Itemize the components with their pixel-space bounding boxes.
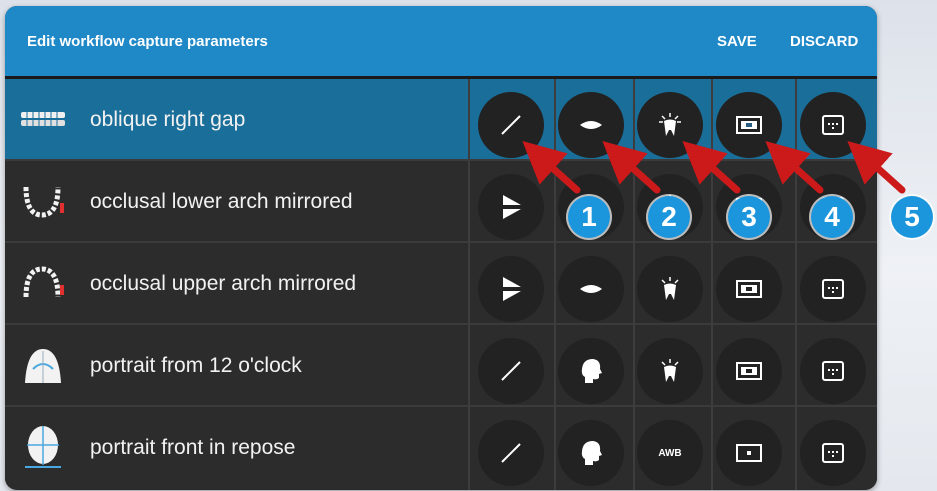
callout-marker-4: 4 — [811, 196, 853, 238]
save-button[interactable]: SAVE — [717, 33, 757, 50]
row-label: portrait front in repose — [90, 436, 296, 459]
column-divider — [711, 79, 713, 490]
callout-marker-5: 5 — [891, 196, 933, 238]
mirror-triangle-icon[interactable] — [478, 174, 544, 240]
flash-frame-icon[interactable] — [716, 256, 782, 322]
discard-button[interactable]: DISCARD — [790, 33, 858, 50]
line-icon[interactable] — [478, 338, 544, 404]
row-label: occlusal upper arch mirrored — [90, 272, 357, 295]
lower-arch-icon — [17, 181, 69, 221]
head-profile-icon[interactable] — [558, 420, 624, 486]
camera-settings-icon[interactable] — [800, 338, 866, 404]
workflow-panel: Edit workflow capture parameters SAVE DI… — [5, 6, 877, 490]
flash-frame-icon[interactable] — [716, 92, 782, 158]
callout-marker-2: 2 — [648, 196, 690, 238]
head-top-icon — [17, 345, 69, 385]
head-profile-icon[interactable] — [558, 338, 624, 404]
column-divider — [795, 79, 797, 490]
line-icon[interactable] — [478, 420, 544, 486]
mirror-triangle-icon[interactable] — [478, 256, 544, 322]
camera-settings-icon[interactable] — [800, 420, 866, 486]
flash-frame-icon[interactable] — [716, 338, 782, 404]
head-front-icon — [17, 426, 69, 468]
tooth-light-icon[interactable] — [637, 338, 703, 404]
awb-button[interactable]: AWB — [637, 420, 703, 486]
lips-icon[interactable] — [558, 256, 624, 322]
page-title: Edit workflow capture parameters — [27, 33, 268, 50]
camera-settings-icon[interactable] — [800, 256, 866, 322]
lips-icon[interactable] — [558, 92, 624, 158]
column-divider — [468, 79, 470, 490]
row-label: occlusal lower arch mirrored — [90, 190, 353, 213]
camera-settings-icon[interactable] — [800, 92, 866, 158]
dental-arch-side-icon — [17, 99, 69, 139]
tooth-light-icon[interactable] — [637, 92, 703, 158]
row-label: portrait from 12 o'clock — [90, 354, 302, 377]
line-icon[interactable] — [478, 92, 544, 158]
column-divider — [633, 79, 635, 490]
frame-icon[interactable] — [716, 420, 782, 486]
header-bar: Edit workflow capture parameters SAVE DI… — [5, 6, 877, 79]
tooth-light-icon[interactable] — [637, 256, 703, 322]
callout-marker-3: 3 — [728, 196, 770, 238]
row-label: oblique right gap — [90, 108, 246, 131]
column-divider — [554, 79, 556, 490]
upper-arch-icon — [17, 263, 69, 303]
awb-label: AWB — [658, 447, 682, 459]
callout-marker-1: 1 — [568, 196, 610, 238]
